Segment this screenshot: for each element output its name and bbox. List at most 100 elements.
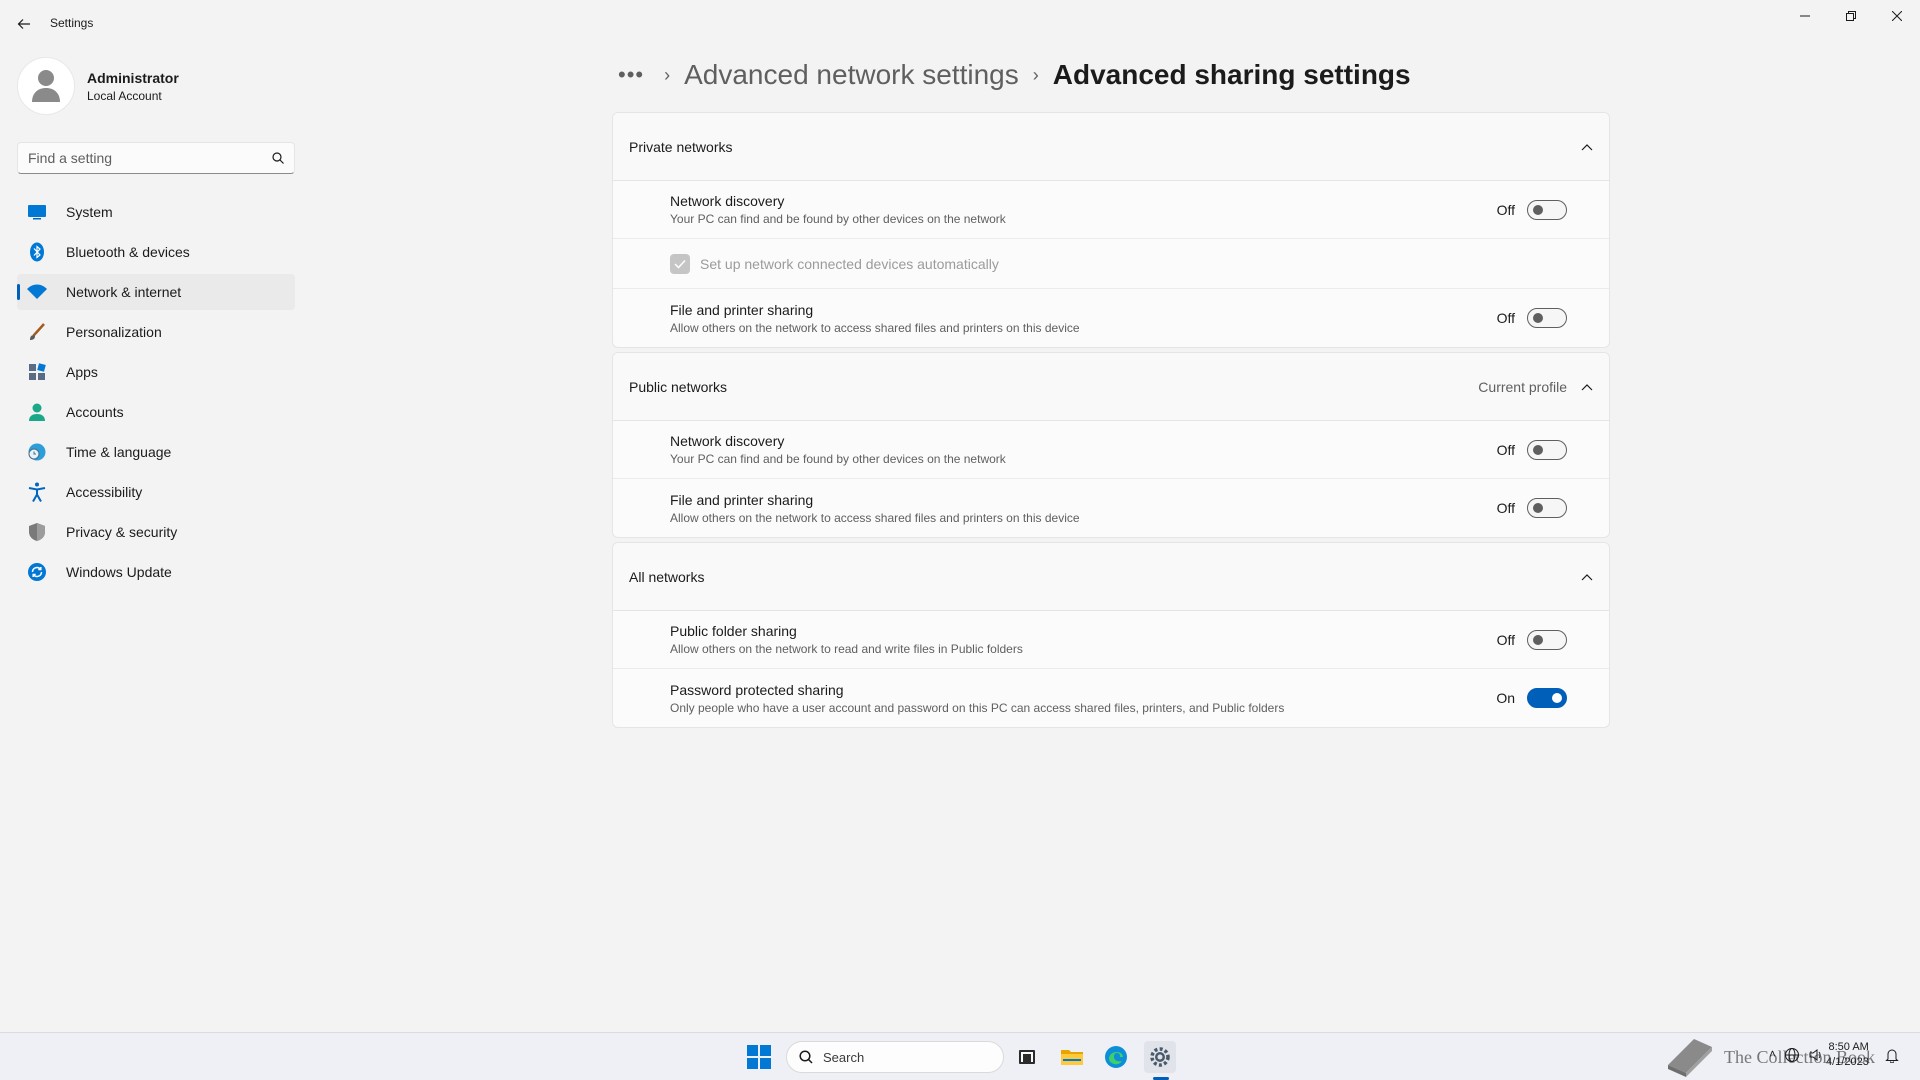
profile-account-type: Local Account (87, 88, 162, 103)
chevron-right-icon: › (1032, 64, 1039, 85)
auto-setup-checkbox[interactable] (670, 253, 690, 274)
settings-search[interactable] (17, 142, 295, 174)
monitor-icon (27, 202, 47, 222)
close-button[interactable] (1874, 0, 1920, 32)
sidebar-item-label: Network & internet (66, 284, 182, 300)
setting-description: Your PC can find and be found by other d… (670, 212, 1006, 226)
private-network-discovery-toggle[interactable] (1527, 199, 1567, 220)
sidebar-item-privacy[interactable]: Privacy & security (17, 514, 295, 550)
sidebar-item-bluetooth[interactable]: Bluetooth & devices (17, 234, 295, 270)
taskbar: Search The Collection Book ˄ 8:50 AM 4/1… (0, 1032, 1920, 1080)
auto-setup-row: Set up network connected devices automat… (613, 239, 1609, 289)
sidebar-item-network[interactable]: Network & internet (17, 274, 295, 310)
password-protected-sharing-row: Password protected sharing Only people w… (613, 669, 1609, 727)
toggle-state-label: On (1496, 690, 1515, 706)
sidebar-item-apps[interactable]: Apps (17, 354, 295, 390)
taskbar-search[interactable]: Search (786, 1041, 1004, 1073)
app-title: Settings (50, 16, 94, 30)
toggle-state-label: Off (1496, 310, 1515, 326)
edge-icon[interactable] (1100, 1041, 1132, 1073)
book-icon (1668, 1039, 1712, 1077)
back-button[interactable] (10, 10, 38, 38)
public-networks-header[interactable]: Public networks Current profile (613, 353, 1609, 421)
sidebar-item-windows-update[interactable]: Windows Update (17, 554, 295, 590)
sidebar-item-label: Privacy & security (66, 524, 178, 540)
public-folder-sharing-toggle[interactable] (1527, 629, 1567, 650)
avatar (17, 57, 75, 115)
all-networks-header[interactable]: All networks (613, 543, 1609, 611)
setting-description: Allow others on the network to access sh… (670, 320, 1080, 335)
task-view-icon[interactable] (1011, 1041, 1043, 1073)
toggle-state-label: Off (1496, 500, 1515, 516)
restore-button[interactable] (1828, 0, 1874, 32)
back-arrow-icon (17, 19, 30, 29)
windows-start-icon[interactable] (747, 1045, 771, 1069)
search-icon[interactable] (272, 152, 284, 164)
minimize-button[interactable] (1782, 0, 1828, 32)
sidebar-item-accessibility[interactable]: Accessibility (17, 474, 295, 510)
window-controls (1782, 0, 1920, 32)
sidebar-item-accounts[interactable]: Accounts (17, 394, 295, 430)
network-globe-icon[interactable] (1784, 1047, 1800, 1063)
person-avatar-icon (32, 70, 60, 102)
setting-description: Your PC can find and be found by other d… (670, 452, 1006, 466)
taskbar-search-label: Search (823, 1049, 865, 1065)
sidebar-item-label: Accessibility (66, 484, 143, 500)
chevron-up-icon[interactable] (1581, 383, 1593, 391)
password-protected-sharing-toggle[interactable] (1527, 688, 1567, 708)
minimize-icon (1800, 15, 1810, 17)
private-networks-card: Private networks Network discovery Your … (612, 112, 1610, 348)
sidebar-item-label: Apps (66, 364, 98, 380)
chevron-right-icon: › (664, 64, 671, 85)
sidebar-item-time-language[interactable]: Time & language (17, 434, 295, 470)
globe-clock-icon (27, 442, 47, 462)
notification-icon[interactable] (1884, 1047, 1900, 1068)
setting-title: File and printer sharing (670, 491, 814, 508)
sidebar-item-personalization[interactable]: Personalization (17, 314, 295, 350)
wifi-icon (27, 282, 47, 302)
sidebar-item-label: Personalization (66, 324, 162, 340)
settings-icon[interactable] (1144, 1041, 1176, 1073)
toggle-state-label: Off (1496, 201, 1515, 218)
public-network-discovery-toggle[interactable] (1527, 439, 1567, 460)
breadcrumb-more-button[interactable]: ••• (612, 62, 650, 88)
public-networks-card: Public networks Current profile Network … (612, 352, 1610, 538)
file-explorer-icon[interactable] (1056, 1041, 1088, 1073)
setting-description: Allow others on the network to read and … (670, 642, 1023, 656)
accessibility-icon (27, 482, 47, 502)
restore-icon (1846, 11, 1856, 21)
chevron-up-icon[interactable] (1581, 573, 1593, 581)
setting-title: Password protected sharing (670, 681, 844, 698)
sidebar-item-label: Windows Update (66, 564, 172, 580)
volume-icon[interactable] (1808, 1047, 1824, 1063)
chevron-up-icon[interactable] (1581, 143, 1593, 151)
all-networks-card: All networks Public folder sharing Allow… (612, 542, 1610, 728)
clock-time: 8:50 AM (1828, 1041, 1869, 1053)
private-networks-header[interactable]: Private networks (613, 113, 1609, 181)
setting-title: File and printer sharing (670, 301, 814, 318)
search-input[interactable] (28, 150, 272, 166)
page-title: Advanced sharing settings (1052, 59, 1411, 90)
private-file-printer-toggle[interactable] (1527, 308, 1567, 328)
sidebar-item-label: Bluetooth & devices (66, 244, 190, 260)
auto-setup-label: Set up network connected devices automat… (700, 255, 999, 272)
toggle-knob (1552, 693, 1562, 703)
setting-title: Public folder sharing (670, 623, 797, 639)
person-icon (27, 402, 47, 422)
breadcrumb-parent-link[interactable]: Advanced network settings (684, 59, 1019, 91)
public-network-discovery-row: Network discovery Your PC can find and b… (613, 421, 1609, 479)
setting-description: Only people who have a user account and … (670, 700, 1285, 715)
public-folder-sharing-row: Public folder sharing Allow others on th… (613, 611, 1609, 669)
chevron-up-icon[interactable]: ˄ (1769, 1047, 1776, 1063)
toggle-state-label: Off (1496, 631, 1515, 648)
sidebar-item-system[interactable]: System (17, 194, 295, 230)
system-tray[interactable]: ˄ (1769, 1047, 1824, 1063)
private-file-printer-row: File and printer sharing Allow others on… (613, 289, 1609, 347)
public-file-printer-toggle[interactable] (1527, 498, 1567, 518)
profile-name: Administrator (87, 69, 179, 86)
bluetooth-icon (27, 242, 47, 262)
user-profile[interactable]: Administrator Local Account (17, 57, 179, 115)
section-title: Public networks (629, 378, 728, 395)
taskbar-clock[interactable]: 8:50 AM 4/1/2023 (1826, 1040, 1869, 1070)
apps-icon (27, 362, 47, 382)
